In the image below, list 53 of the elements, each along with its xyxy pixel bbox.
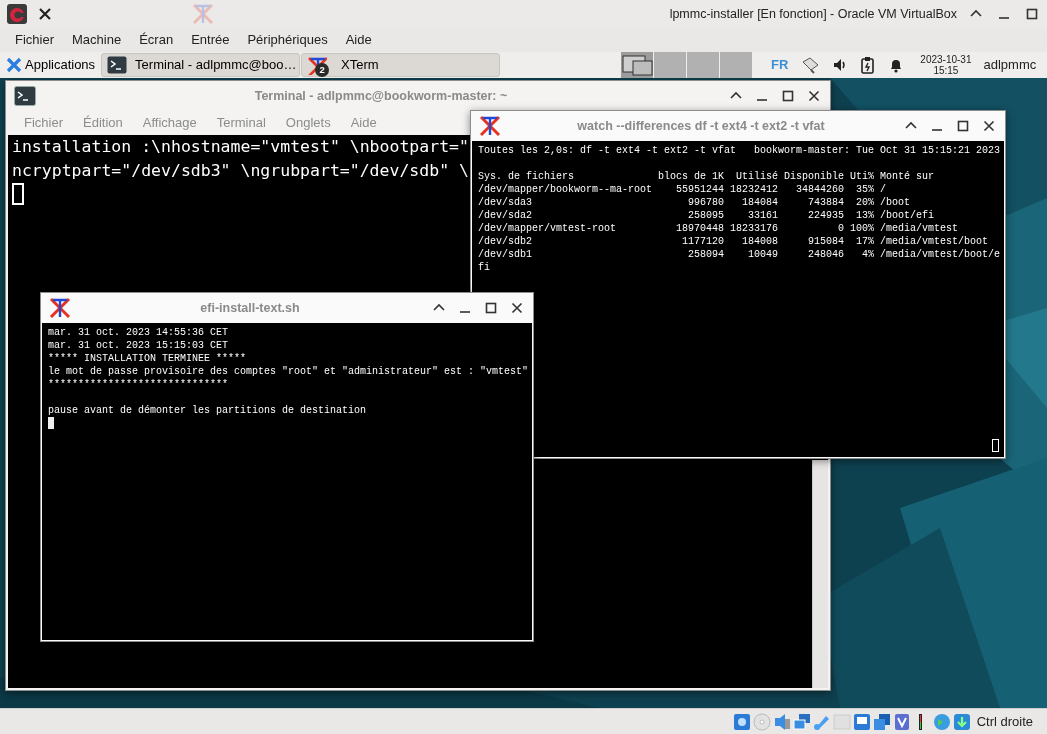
table-row-text: /dev/sda3 996780 184084 743884 20% /boot xyxy=(478,196,912,209)
window-title: efi-install-text.sh xyxy=(199,299,301,317)
table-row-text: /dev/sda2 258095 33161 224935 13% /boot/efi xyxy=(478,209,936,222)
window-title: lpmmc-installer [En fonction] - Oracle VM VirtualBox xyxy=(669,5,957,23)
monitor-icon[interactable] xyxy=(852,712,871,731)
count-badge: 2 xyxy=(315,63,330,77)
xterm-icon xyxy=(479,114,501,138)
output-line: ****************************** xyxy=(48,378,229,391)
window-title: watch --differences df -t ext4 -t ext2 -t vfat xyxy=(576,117,826,135)
clock-time: 15:15 xyxy=(933,65,959,76)
terminal-icon xyxy=(14,86,36,106)
xterm-icon xyxy=(192,2,214,26)
host-key-label: Ctrl droite xyxy=(976,712,1033,731)
text-cursor xyxy=(12,183,24,205)
table-row-text: /dev/sdb2 1177120 184008 915084 17% /media/vmtest/boot xyxy=(478,235,990,248)
clipboard-icon[interactable] xyxy=(860,56,877,74)
applications-menu[interactable]: Applications xyxy=(0,52,102,78)
terminal-line: ncryptpart="/dev/sdb3" \ngrubpart="/dev/sdb" \ xyxy=(12,160,469,182)
table-row-text: /dev/mapper/bookworm--ma-root 55951244 18232412 34844260 35% / xyxy=(478,183,888,196)
menu-item[interactable]: Écran xyxy=(130,28,183,52)
close-icon[interactable] xyxy=(38,7,52,21)
output-line: ***** INSTALLATION TERMINEE ***** xyxy=(48,352,247,365)
scrollbar[interactable] xyxy=(812,460,828,688)
text-cursor xyxy=(48,417,54,429)
taskbar-button[interactable]: Terminal - adlpmmc@boo… xyxy=(101,53,301,77)
user-menu[interactable]: adlpmmc xyxy=(983,55,1037,75)
screens-icon[interactable] xyxy=(872,712,891,731)
workspace-button[interactable] xyxy=(621,52,654,78)
taskbar-button[interactable]: 2 XTerm xyxy=(301,53,501,77)
column-headers: Sys. de fichiers blocs de 1K Utilisé Disponible Uti% Monté sur xyxy=(478,170,936,183)
xterm-icon xyxy=(49,296,71,320)
menu-item[interactable]: Fichier xyxy=(6,28,63,52)
terminal-line: installation :\nhostname="vmtest" \nbootpart=" xyxy=(12,136,469,158)
table-row: /dev/sdb1 258094 10049 248046 4% /media/vmtest/boot/efi xyxy=(478,248,1001,274)
output-line: mar. 31 oct. 2023 14:55:36 CET xyxy=(48,326,229,339)
table-row-text: /dev/mapper/vmtest-root 18970448 18233176 0 100% /media/vmtest xyxy=(478,222,960,235)
menu-item[interactable]: Entrée xyxy=(182,28,239,52)
x-logo-icon[interactable] xyxy=(6,57,22,73)
speaker-icon[interactable] xyxy=(772,712,791,731)
menu-item[interactable]: Périphériques xyxy=(238,28,337,52)
text-cursor xyxy=(992,439,999,452)
watch-header: Toutes les 2,0s: df -t ext4 -t ext2 -t vfat bookworm-master: Tue Oct 31 15:15:21 2023 xyxy=(478,144,1001,157)
network-icon[interactable] xyxy=(792,712,811,731)
app-icon xyxy=(6,3,28,25)
output-line: le mot de passe provisoire des comptes "root" et "administrateur" est : "vmtest" xyxy=(48,365,529,378)
clock-date: 2023-10-31 xyxy=(920,54,972,65)
output-line: pause avant de démonter les partitions de destination xyxy=(48,404,367,417)
menu-item[interactable]: Machine xyxy=(63,28,131,52)
download-icon[interactable] xyxy=(952,712,971,731)
terminal-icon[interactable] xyxy=(107,56,128,74)
window-title: Terminal - adlpmmc@bookworm-master: ~ xyxy=(253,87,509,105)
output-line: mar. 31 oct. 2023 15:15:03 CET xyxy=(48,339,229,352)
menu-item[interactable]: Aide xyxy=(336,28,381,52)
